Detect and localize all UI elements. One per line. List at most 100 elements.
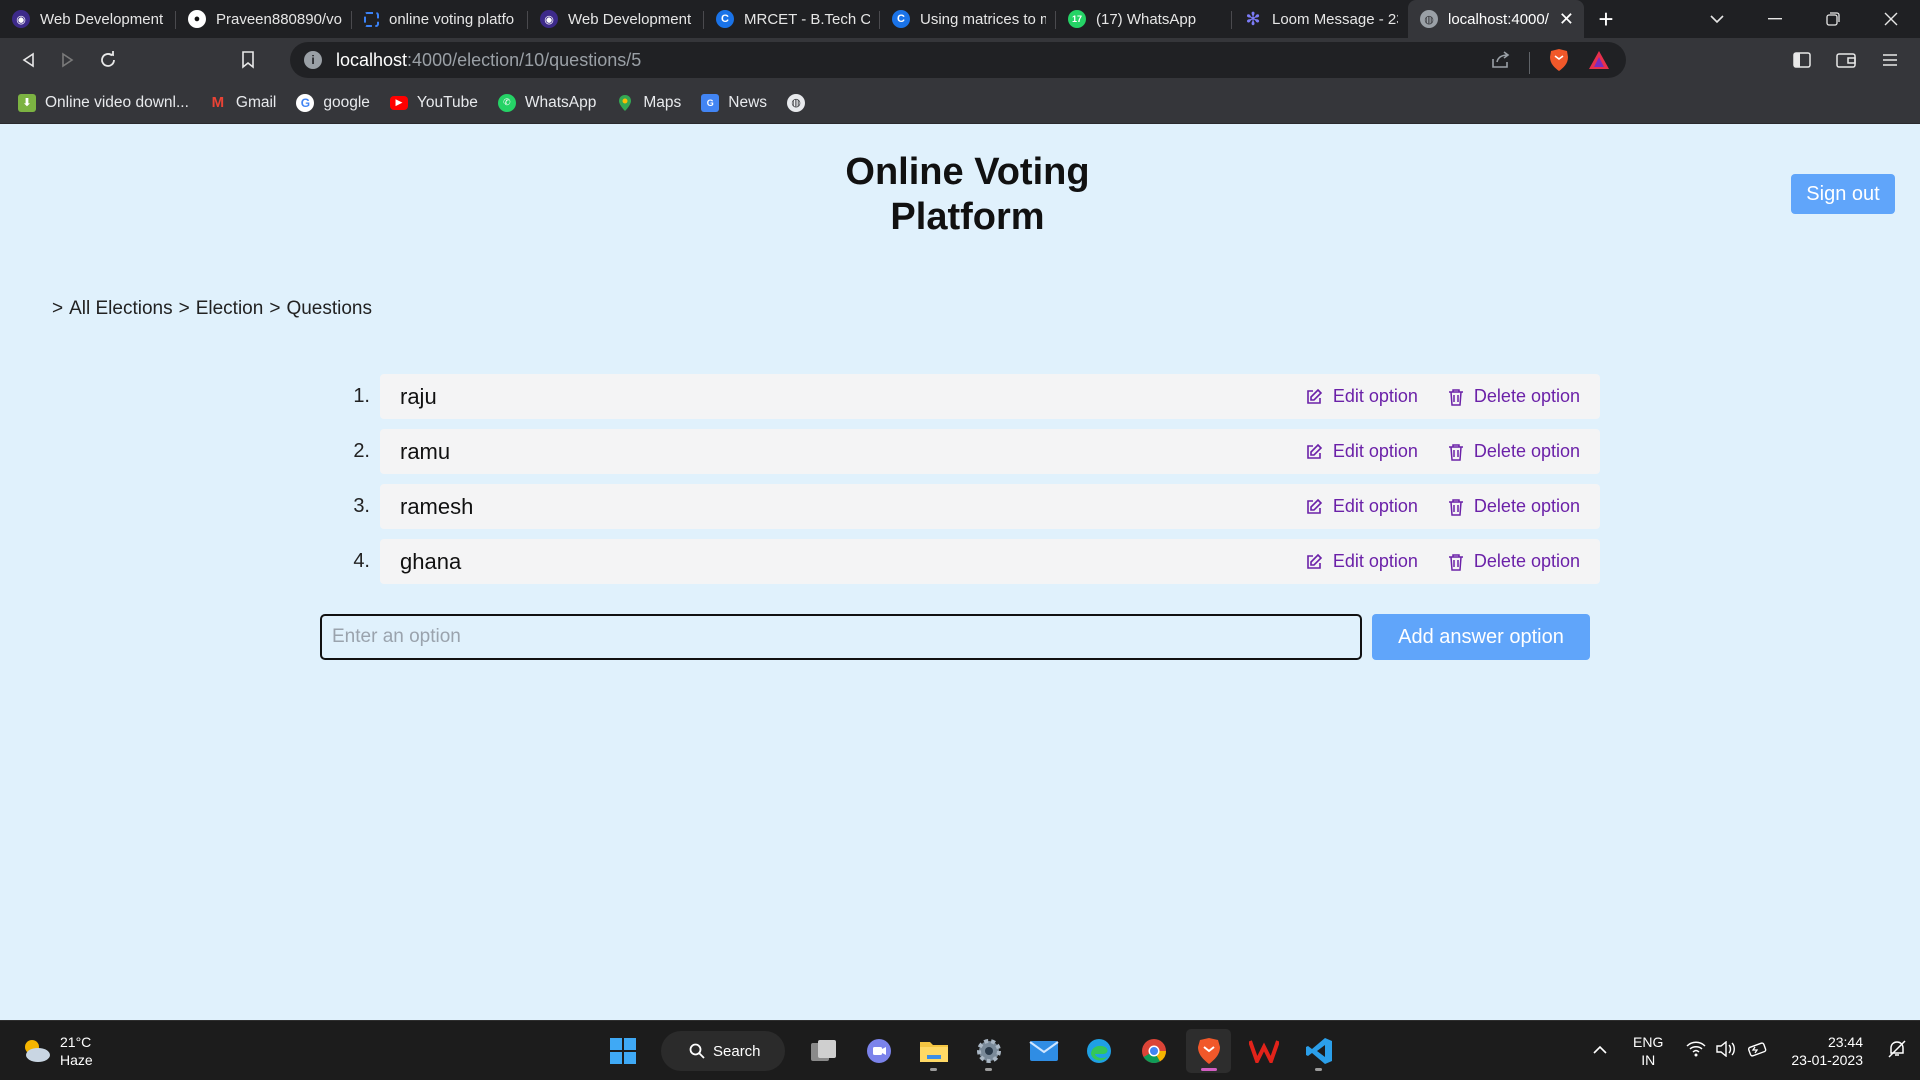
option-name: ramesh (400, 493, 474, 519)
tab-title: Loom Message - 23 (1272, 10, 1398, 28)
news-icon: G (701, 93, 720, 112)
tab-loom[interactable]: ✻ Loom Message - 23 (1232, 0, 1408, 38)
new-tab-button[interactable]: + (1584, 0, 1628, 38)
edit-option-link[interactable]: Edit option (1305, 441, 1418, 462)
globe-icon: ◍ (787, 93, 806, 112)
chevron-up-icon[interactable] (1592, 1042, 1608, 1060)
bookmark-gmail[interactable]: M Gmail (209, 93, 277, 112)
teams-chat-button[interactable] (856, 1029, 901, 1073)
edge-icon (1086, 1039, 1111, 1063)
breadcrumb-election[interactable]: Election (196, 298, 264, 320)
tab-title: localhost:4000/ (1448, 10, 1549, 28)
delete-option-label: Delete option (1473, 496, 1580, 516)
bookmark-google[interactable]: G google (296, 93, 370, 112)
wifi-icon[interactable] (1686, 1041, 1706, 1062)
clock[interactable]: 23:44 23-01-2023 (1791, 1033, 1863, 1069)
site-info-icon[interactable]: i (304, 51, 322, 69)
restore-icon[interactable] (1804, 0, 1862, 38)
bookmark-label: Gmail (235, 93, 277, 111)
bookmark-whatsapp[interactable]: ✆ WhatsApp (497, 93, 596, 112)
language-indicator[interactable]: ENG IN (1633, 1033, 1663, 1069)
maps-icon (616, 94, 634, 112)
download-icon: ⬇ (18, 93, 36, 112)
brave-icon (1197, 1038, 1220, 1064)
temperature: 21°C (60, 1034, 92, 1050)
chrome-button[interactable] (1131, 1029, 1176, 1073)
bookmark-online-video-downloader[interactable]: ⬇ Online video downl... (18, 93, 189, 112)
edit-option-link[interactable]: Edit option (1305, 551, 1418, 572)
browser-toolbar: i localhost :4000/election/10/questions/… (0, 38, 1920, 82)
wps-office-button[interactable] (1241, 1029, 1286, 1073)
vscode-button[interactable] (1296, 1029, 1341, 1073)
menu-icon[interactable] (1872, 42, 1908, 78)
github-icon: ● (188, 10, 206, 28)
tab-online-voting-platform[interactable]: online voting platfo (352, 0, 528, 38)
task-view-button[interactable] (801, 1029, 846, 1073)
add-answer-option-button[interactable]: Add answer option (1372, 614, 1590, 660)
weather-widget[interactable]: 21°C Haze (20, 1033, 93, 1069)
bookmark-news[interactable]: G News (701, 93, 768, 112)
option-name: raju (400, 383, 437, 409)
brave-rewards-icon[interactable] (1588, 50, 1610, 75)
mail-button[interactable] (1021, 1029, 1066, 1073)
breadcrumb-separator: > (52, 298, 64, 319)
address-bar[interactable]: i localhost :4000/election/10/questions/… (290, 42, 1626, 78)
bookmark-maps[interactable]: Maps (616, 94, 681, 112)
close-tab-icon[interactable]: ✕ (1559, 9, 1574, 30)
edit-option-link[interactable]: Edit option (1305, 386, 1418, 407)
tab-using-matrices[interactable]: C Using matrices to m (880, 0, 1056, 38)
delete-option-link[interactable]: Delete option (1448, 551, 1580, 572)
reload-icon[interactable] (88, 42, 128, 78)
page-title-line1: Online Voting (845, 151, 1090, 193)
bookmark-youtube[interactable]: ▶ YouTube (389, 94, 478, 112)
sign-out-button[interactable]: Sign out (1791, 174, 1895, 214)
edit-option-label: Edit option (1332, 551, 1418, 571)
mail-icon (1028, 1041, 1059, 1061)
file-explorer-button[interactable] (911, 1029, 956, 1073)
minimize-icon[interactable] (1746, 0, 1804, 38)
task-view-icon (810, 1040, 836, 1061)
wallet-icon[interactable] (1828, 42, 1864, 78)
delete-option-link[interactable]: Delete option (1448, 386, 1580, 407)
settings-button[interactable] (966, 1029, 1011, 1073)
edit-icon (1307, 443, 1322, 459)
edit-option-link[interactable]: Edit option (1305, 496, 1418, 517)
brave-button[interactable] (1186, 1029, 1231, 1073)
brave-shield-icon[interactable] (1548, 48, 1570, 77)
bookmark-label: News (728, 93, 768, 111)
breadcrumb-questions[interactable]: Questions (286, 298, 372, 320)
start-button[interactable] (600, 1029, 645, 1073)
bookmark-page-icon[interactable] (228, 42, 268, 78)
battery-icon[interactable] (1746, 1041, 1768, 1062)
tab-mrcet[interactable]: C MRCET - B.Tech CSE (704, 0, 880, 38)
google-icon: G (296, 93, 315, 112)
volume-icon[interactable] (1716, 1040, 1736, 1062)
tab-localhost-active[interactable]: ◍ localhost:4000/ ✕ (1408, 0, 1584, 38)
tab-whatsapp[interactable]: 17 (17) WhatsApp (1056, 0, 1232, 38)
bookmark-globe[interactable]: ◍ (787, 93, 814, 112)
delete-option-link[interactable]: Delete option (1448, 496, 1580, 517)
search-label: Search (713, 1042, 761, 1060)
tab-title: MRCET - B.Tech CSE (744, 10, 870, 28)
back-icon[interactable] (8, 42, 48, 78)
sidebar-icon[interactable] (1784, 42, 1820, 78)
trash-icon (1448, 388, 1463, 406)
tab-web-development-2[interactable]: ◉ Web Development (528, 0, 704, 38)
tab-search-chevron-icon[interactable] (1688, 0, 1746, 38)
taskbar-search[interactable]: Search (661, 1031, 785, 1071)
list-item: 2. ramu Edit option Delete option (340, 429, 1600, 474)
tab-title: online voting platfo (389, 10, 515, 28)
tab-web-development-1[interactable]: ◉ Web Development (0, 0, 176, 38)
close-window-icon[interactable] (1862, 0, 1920, 38)
notifications-icon[interactable] (1888, 1039, 1906, 1063)
breadcrumb-all-elections[interactable]: All Elections (69, 298, 173, 320)
delete-option-link[interactable]: Delete option (1448, 441, 1580, 462)
forward-icon[interactable] (48, 42, 88, 78)
option-card: ghana Edit option Delete option (380, 539, 1600, 584)
tab-github[interactable]: ● Praveen880890/voti (176, 0, 352, 38)
system-tray: ENG IN 23:44 23-01-2023 (1587, 1029, 1920, 1073)
share-icon[interactable] (1491, 51, 1511, 74)
date: 23-01-2023 (1791, 1052, 1863, 1068)
edge-button[interactable] (1076, 1029, 1121, 1073)
option-input[interactable] (320, 614, 1362, 660)
